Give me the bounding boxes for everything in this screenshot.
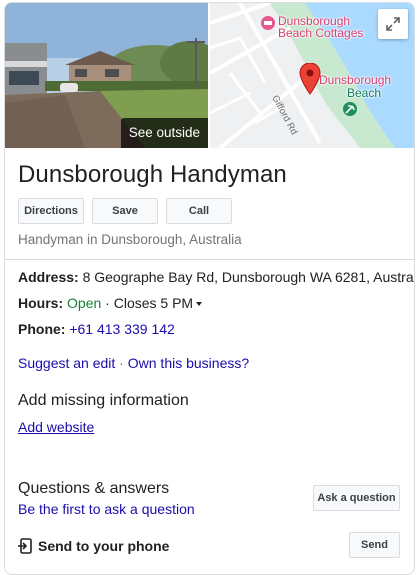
send-to-phone-icon xyxy=(18,538,32,554)
edit-links-separator: · xyxy=(115,355,128,371)
phone-link[interactable]: +61 413 339 142 xyxy=(69,321,175,337)
directions-button[interactable]: Directions xyxy=(18,198,84,224)
hours-closes[interactable]: Closes 5 PM xyxy=(114,295,193,311)
address-value[interactable]: 8 Geographe Bay Rd, Dunsborough WA 6281,… xyxy=(83,269,414,285)
street-view-photo[interactable]: See outside xyxy=(5,3,208,148)
panel-header-images: See outside Dunsborough Beach Cottages D… xyxy=(5,3,414,148)
map-thumbnail[interactable]: Dunsborough Beach Cottages Dunsborough B… xyxy=(210,3,414,148)
send-button[interactable]: Send xyxy=(349,532,400,558)
missing-info-title: Add missing information xyxy=(18,392,189,409)
qa-ask-link[interactable]: Be the first to ask a question xyxy=(18,501,195,517)
phone-label: Phone: xyxy=(18,321,66,337)
call-button[interactable]: Call xyxy=(166,198,232,224)
map-label-cottages-line2: Beach Cottages xyxy=(278,26,364,40)
save-button[interactable]: Save xyxy=(92,198,158,224)
hotel-icon xyxy=(261,16,275,30)
divider xyxy=(5,259,414,260)
address-label: Address: xyxy=(18,269,79,285)
qa-title: Questions & answers xyxy=(18,480,170,497)
edit-links: Suggest an edit · Own this business? xyxy=(18,355,249,371)
hours-status: Open xyxy=(67,295,102,311)
map-label-business-line2: Beach xyxy=(347,86,382,100)
phone-row: Phone: +61 413 339 142 xyxy=(18,321,175,337)
send-to-phone-label: Send to your phone xyxy=(38,538,170,554)
hours-row: Hours: Open · Closes 5 PM xyxy=(18,295,203,311)
knowledge-panel: See outside Dunsborough Beach Cottages D… xyxy=(4,2,415,575)
add-website-link[interactable]: Add website xyxy=(18,419,94,435)
location-pin-icon xyxy=(299,63,321,95)
suggest-edit-link[interactable]: Suggest an edit xyxy=(18,355,115,371)
ask-question-button[interactable]: Ask a question xyxy=(313,485,400,511)
business-name: Dunsborough Handyman xyxy=(18,161,287,188)
beach-icon xyxy=(343,102,357,116)
expand-icon xyxy=(386,17,400,31)
business-category: Handyman in Dunsborough, Australia xyxy=(18,232,242,247)
see-outside-button[interactable]: See outside xyxy=(120,118,208,148)
hours-dropdown-icon[interactable] xyxy=(196,302,203,306)
expand-map-button[interactable] xyxy=(378,9,408,39)
own-business-link[interactable]: Own this business? xyxy=(128,355,249,371)
hours-label: Hours: xyxy=(18,295,64,311)
address-row: Address: 8 Geographe Bay Rd, Dunsborough… xyxy=(18,269,414,285)
hours-separator: · xyxy=(101,295,114,311)
